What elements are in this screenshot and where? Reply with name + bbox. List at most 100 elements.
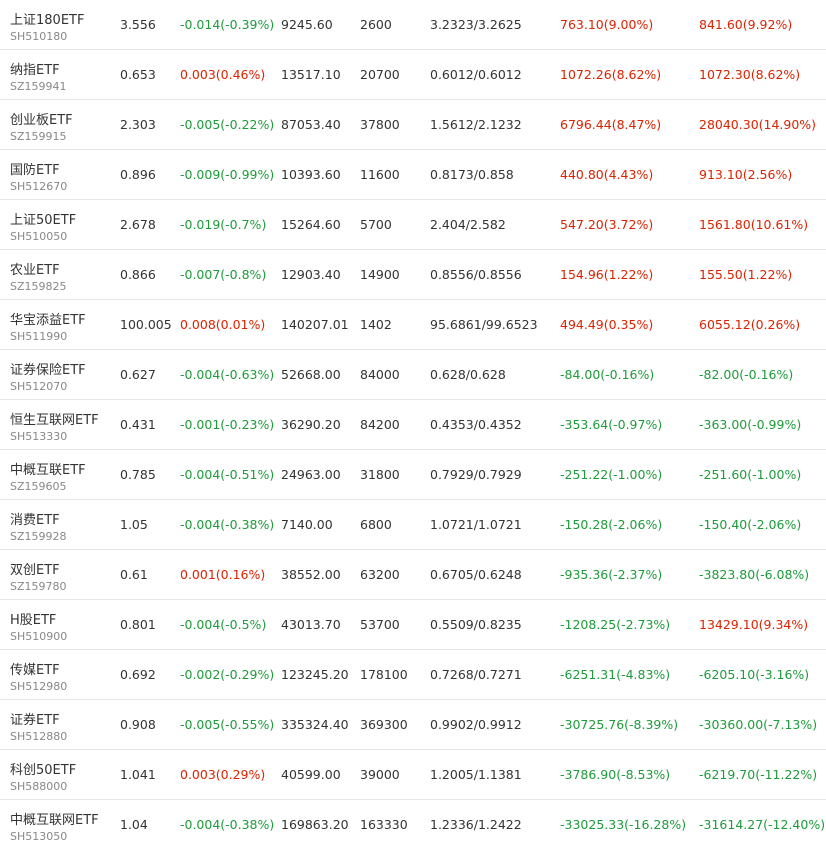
flow1-cell: -30725.76(-8.39%) [560, 717, 679, 732]
table-row[interactable]: H股ETF SH510900 0.801 -0.004(-0.5%) 43013.70 5… [0, 600, 826, 650]
table-row[interactable]: 纳指ETF SZ159941 0.653 0.003(0.46%) 13517.10 20… [0, 50, 826, 100]
volume-cell: 53700 [360, 617, 400, 632]
range-cell: 0.8173/0.858 [430, 167, 514, 182]
table-row[interactable]: 创业板ETF SZ159915 2.303 -0.005(-0.22%) 87053.4… [0, 100, 826, 150]
etf-name[interactable]: 中概互联网ETF [10, 809, 99, 828]
table-row[interactable]: 中概互联网ETF SH513050 1.04 -0.004(-0.38%) 169863… [0, 800, 826, 850]
etf-name[interactable]: 华宝添益ETF [10, 309, 86, 328]
etf-name[interactable]: 恒生互联网ETF [10, 409, 99, 428]
volume-cell: 6800 [360, 517, 392, 532]
etf-code: SH510050 [10, 230, 68, 243]
etf-name[interactable]: 国防ETF [10, 159, 60, 178]
table-row[interactable]: 双创ETF SZ159780 0.61 0.001(0.16%) 38552.00 632… [0, 550, 826, 600]
etf-name[interactable]: 消费ETF [10, 509, 60, 528]
table-row[interactable]: 国防ETF SH512670 0.896 -0.009(-0.99%) 10393.60… [0, 150, 826, 200]
etf-code: SH513050 [10, 830, 68, 843]
price-cell: 1.04 [120, 817, 148, 832]
etf-name[interactable]: 农业ETF [10, 259, 60, 278]
amount-cell: 12903.40 [281, 267, 341, 282]
etf-code: SH512880 [10, 730, 68, 743]
amount-cell: 7140.00 [281, 517, 333, 532]
range-cell: 3.2323/3.2625 [430, 17, 522, 32]
etf-table: 上证180ETF SH510180 3.556 -0.014(-0.39%) 9245.… [0, 0, 826, 850]
flow1-cell: 547.20(3.72%) [560, 217, 654, 232]
flow2-cell: 1072.30(8.62%) [699, 67, 801, 82]
amount-cell: 24963.00 [281, 467, 341, 482]
volume-cell: 84000 [360, 367, 400, 382]
amount-cell: 169863.20 [281, 817, 349, 832]
etf-name[interactable]: 创业板ETF [10, 109, 73, 128]
amount-cell: 87053.40 [281, 117, 341, 132]
flow1-cell: 763.10(9.00%) [560, 17, 654, 32]
etf-name[interactable]: H股ETF [10, 609, 56, 628]
table-row[interactable]: 科创50ETF SH588000 1.041 0.003(0.29%) 40599.00… [0, 750, 826, 800]
price-cell: 2.303 [120, 117, 156, 132]
etf-code: SZ159941 [10, 80, 67, 93]
etf-code: SH511990 [10, 330, 68, 343]
etf-name[interactable]: 中概互联ETF [10, 459, 86, 478]
table-row[interactable]: 消费ETF SZ159928 1.05 -0.004(-0.38%) 7140.00 68… [0, 500, 826, 550]
table-row[interactable]: 中概互联ETF SZ159605 0.785 -0.004(-0.51%) 24963.… [0, 450, 826, 500]
range-cell: 2.404/2.582 [430, 217, 506, 232]
change-cell: -0.004(-0.38%) [180, 517, 275, 532]
amount-cell: 140207.01 [281, 317, 349, 332]
flow1-cell: -6251.31(-4.83%) [560, 667, 671, 682]
amount-cell: 10393.60 [281, 167, 341, 182]
price-cell: 0.692 [120, 667, 156, 682]
etf-code: SH512980 [10, 680, 68, 693]
range-cell: 1.5612/2.1232 [430, 117, 522, 132]
table-row[interactable]: 上证180ETF SH510180 3.556 -0.014(-0.39%) 9245.… [0, 0, 826, 50]
flow2-cell: -363.00(-0.99%) [699, 417, 802, 432]
table-row[interactable]: 证券ETF SH512880 0.908 -0.005(-0.55%) 335324.4… [0, 700, 826, 750]
flow1-cell: -150.28(-2.06%) [560, 517, 663, 532]
range-cell: 0.5509/0.8235 [430, 617, 522, 632]
flow1-cell: 494.49(0.35%) [560, 317, 654, 332]
change-cell: -0.004(-0.38%) [180, 817, 275, 832]
flow2-cell: 1561.80(10.61%) [699, 217, 809, 232]
table-row[interactable]: 传媒ETF SH512980 0.692 -0.002(-0.29%) 123245.2… [0, 650, 826, 700]
range-cell: 0.9902/0.9912 [430, 717, 522, 732]
volume-cell: 5700 [360, 217, 392, 232]
flow2-cell: 155.50(1.22%) [699, 267, 793, 282]
price-cell: 0.653 [120, 67, 156, 82]
etf-name[interactable]: 传媒ETF [10, 659, 60, 678]
table-row[interactable]: 恒生互联网ETF SH513330 0.431 -0.001(-0.23%) 36290… [0, 400, 826, 450]
etf-name[interactable]: 证券保险ETF [10, 359, 86, 378]
etf-code: SZ159605 [10, 480, 67, 493]
etf-code: SH512670 [10, 180, 68, 193]
flow1-cell: -3786.90(-8.53%) [560, 767, 671, 782]
amount-cell: 52668.00 [281, 367, 341, 382]
etf-name[interactable]: 纳指ETF [10, 59, 60, 78]
table-row[interactable]: 农业ETF SZ159825 0.866 -0.007(-0.8%) 12903.40 1… [0, 250, 826, 300]
change-cell: -0.019(-0.7%) [180, 217, 267, 232]
change-cell: -0.002(-0.29%) [180, 667, 275, 682]
change-cell: -0.005(-0.22%) [180, 117, 275, 132]
table-row[interactable]: 华宝添益ETF SH511990 100.005 0.008(0.01%) 140207… [0, 300, 826, 350]
amount-cell: 36290.20 [281, 417, 341, 432]
price-cell: 0.908 [120, 717, 156, 732]
table-row[interactable]: 上证50ETF SH510050 2.678 -0.019(-0.7%) 15264.6… [0, 200, 826, 250]
volume-cell: 39000 [360, 767, 400, 782]
etf-code: SH513330 [10, 430, 68, 443]
etf-name[interactable]: 证券ETF [10, 709, 60, 728]
flow1-cell: -33025.33(-16.28%) [560, 817, 687, 832]
etf-name[interactable]: 上证180ETF [10, 9, 84, 28]
price-cell: 1.05 [120, 517, 148, 532]
change-cell: -0.004(-0.51%) [180, 467, 275, 482]
amount-cell: 335324.40 [281, 717, 349, 732]
price-cell: 0.431 [120, 417, 156, 432]
etf-name[interactable]: 上证50ETF [10, 209, 76, 228]
flow1-cell: 154.96(1.22%) [560, 267, 654, 282]
price-cell: 0.866 [120, 267, 156, 282]
table-row[interactable]: 证券保险ETF SH512070 0.627 -0.004(-0.63%) 52668.… [0, 350, 826, 400]
change-cell: -0.004(-0.5%) [180, 617, 267, 632]
etf-name[interactable]: 科创50ETF [10, 759, 76, 778]
price-cell: 0.801 [120, 617, 156, 632]
flow2-cell: -6219.70(-11.22%) [699, 767, 818, 782]
etf-name[interactable]: 双创ETF [10, 559, 60, 578]
change-cell: -0.004(-0.63%) [180, 367, 275, 382]
amount-cell: 43013.70 [281, 617, 341, 632]
flow1-cell: -353.64(-0.97%) [560, 417, 663, 432]
range-cell: 0.6705/0.6248 [430, 567, 522, 582]
amount-cell: 9245.60 [281, 17, 333, 32]
